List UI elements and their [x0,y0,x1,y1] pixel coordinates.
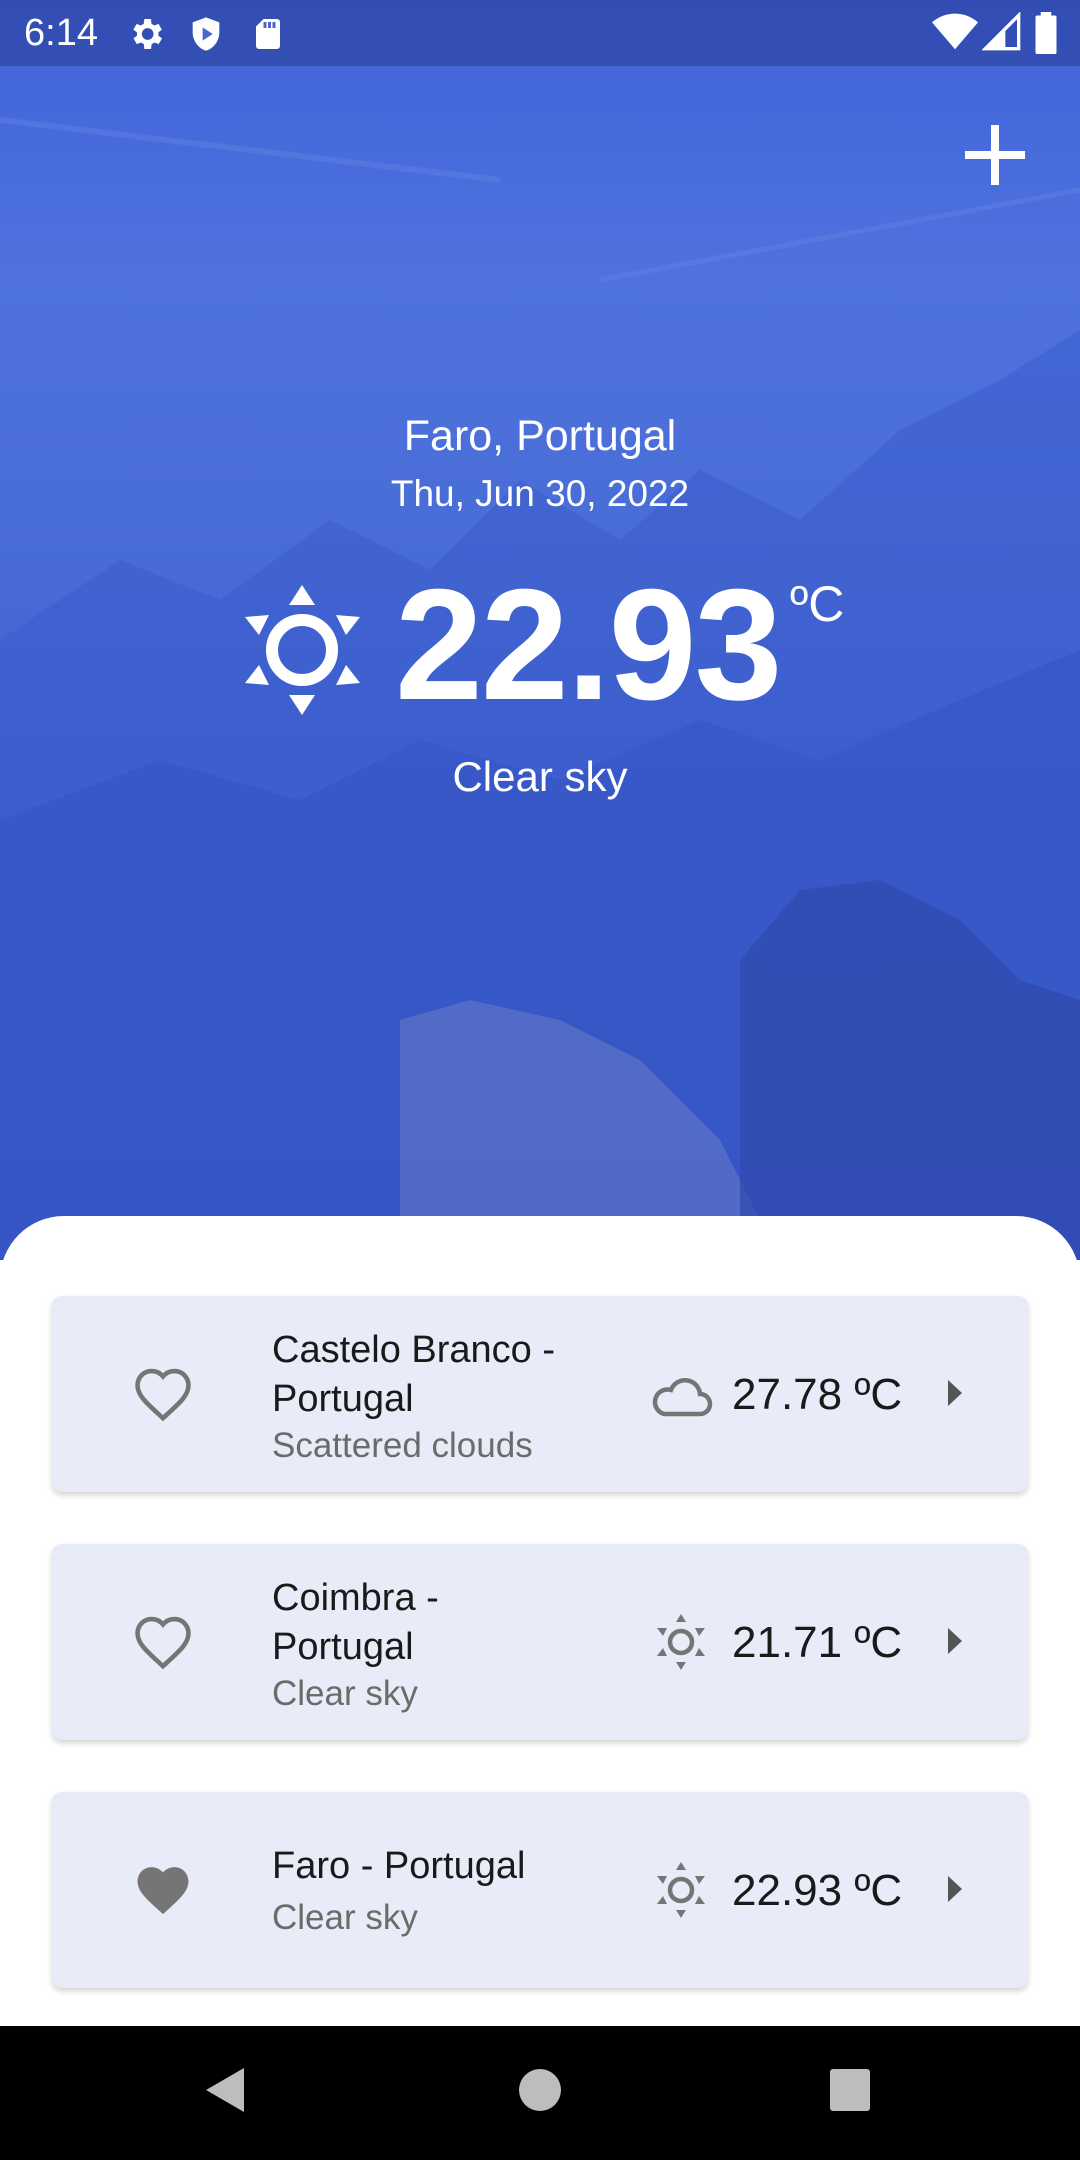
chevron-right-icon[interactable] [942,1624,968,1658]
status-bar: 6:14 [0,0,1080,66]
favorite-outline-icon[interactable] [132,1614,194,1670]
favorite-outline-icon[interactable] [132,1366,194,1422]
city-name-line2: Portugal [272,1378,414,1420]
city-name-line2: Portugal [272,1626,414,1668]
sun-icon [657,1862,705,1918]
current-temperature-row: 22.93 ºC [0,557,1080,745]
current-date: Thu, Jun 30, 2022 [390,473,690,514]
sun-icon [245,585,360,715]
city-name: Castelo Branco - Portugal [272,1326,622,1424]
navigation-bar [0,2026,1080,2160]
city-temperature: 22.93 ºC [732,1866,903,1915]
city-description: Clear sky [272,1674,418,1713]
city-card-castelo-branco[interactable]: Castelo Branco - Portugal Scattered clou… [52,1296,1028,1492]
home-icon[interactable] [518,2064,562,2116]
battery-icon [1035,12,1057,54]
cloud-icon [652,1378,713,1417]
sun-icon [657,1614,705,1670]
current-temperature: 22.93 [395,557,782,733]
wifi-icon [932,13,978,50]
status-time: 6:14 [24,12,98,54]
recents-icon[interactable] [828,2064,872,2116]
gear-icon [133,19,162,49]
temperature-unit: ºC [790,576,845,632]
current-location: Faro, Portugal [403,412,677,460]
chevron-right-icon[interactable] [942,1872,968,1906]
city-temperature: 21.71 ºC [732,1618,903,1667]
add-location-button[interactable] [960,120,1030,190]
city-name-line1: Castelo Branco - [272,1329,556,1371]
city-card-faro[interactable]: Faro - Portugal Clear sky 22.93 ºC [52,1792,1028,1988]
city-description: Clear sky [272,1898,418,1937]
chevron-right-icon[interactable] [942,1376,968,1410]
sd-card-icon [256,19,280,49]
city-description: Scattered clouds [272,1426,533,1465]
city-name-line1: Coimbra - [272,1577,439,1619]
city-list-sheet: Castelo Branco - Portugal Scattered clou… [0,1216,1080,2026]
city-temperature: 27.78 ºC [732,1370,903,1419]
city-card-coimbra[interactable]: Coimbra - Portugal Clear sky 21.71 ºC [52,1544,1028,1740]
weather-hero: 6:14 Faro, Portugal Thu, Jun 30, 2022 22… [0,0,1080,1260]
city-name: Coimbra - Portugal [272,1574,622,1672]
signal-icon [982,12,1021,51]
current-condition: Clear sky [452,753,628,800]
city-name: Faro - Portugal [272,1845,526,1887]
back-icon[interactable] [202,2064,248,2116]
shield-play-icon [192,17,220,51]
favorite-filled-icon[interactable] [132,1862,194,1918]
